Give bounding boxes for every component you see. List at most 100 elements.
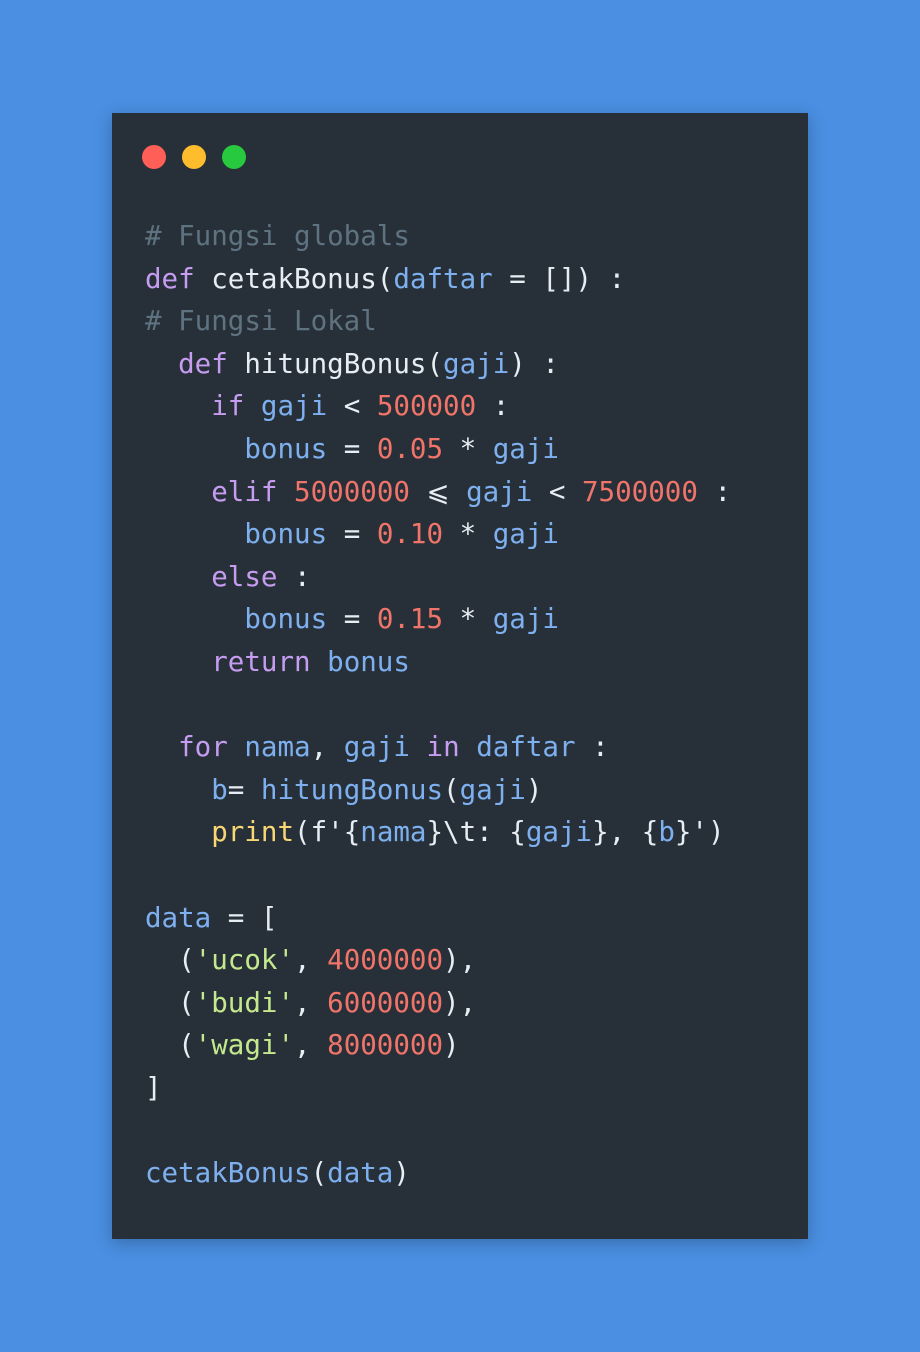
code-token-text: }')	[674, 816, 725, 849]
code-line: def hitungBonus(gaji) :	[145, 343, 798, 386]
code-line: print(f'{nama}\t: {gaji}, {b}')	[145, 811, 798, 854]
code-line: cetakBonus(data)	[145, 1152, 798, 1195]
code-token-text: ,	[310, 731, 344, 764]
code-token-keyword: elif	[211, 475, 278, 508]
code-line: return bonus	[145, 641, 798, 684]
code-line: data = [	[145, 897, 798, 940]
code-token-text: = [	[211, 901, 278, 934]
code-window: # Fungsi globals def cetakBonus(daftar = …	[112, 113, 808, 1239]
code-token-number: 0.05	[376, 432, 444, 465]
code-line: # Fungsi globals	[145, 215, 798, 258]
code-token-builtin: print	[211, 816, 295, 849]
code-line: ​	[145, 854, 798, 897]
code-token-text: *	[443, 603, 493, 636]
code-line: ​	[145, 684, 798, 727]
code-token-text: )	[525, 773, 543, 806]
code-token-name: gaji	[525, 816, 593, 849]
code-token-text: ) :	[509, 347, 559, 380]
code-token-name: b	[658, 816, 675, 849]
code-token-comment: # Fungsi globals	[145, 220, 410, 252]
code-token-text: <	[532, 475, 582, 508]
code-token-name: gaji	[343, 731, 410, 764]
code-token-number: 0.15	[376, 603, 444, 636]
code-token-text: *	[443, 518, 493, 551]
code-line: # Fungsi Lokal	[145, 300, 798, 343]
code-line: bonus = 0.10 * gaji	[145, 513, 798, 556]
code-token-text: )	[393, 1157, 410, 1190]
code-token-name: gaji	[492, 603, 559, 636]
code-token-text: ,	[294, 1029, 328, 1062]
code-token-text: (f'{	[294, 816, 361, 849]
code-token-name: gaji	[260, 390, 328, 423]
code-token-name: bonus	[244, 603, 328, 636]
code-token-text: (	[145, 986, 195, 1019]
code-token-string: 'budi'	[194, 986, 295, 1019]
code-token-text: :	[575, 731, 609, 764]
code-line: ('budi', 6000000),	[145, 982, 798, 1025]
code-token-string: 'wagi'	[194, 1029, 295, 1062]
minimize-dot-icon[interactable]	[182, 145, 206, 169]
code-token-comment: # Fungsi Lokal	[145, 305, 377, 338]
code-token-name: cetakBonus	[145, 1157, 311, 1190]
code-token-text: ,	[294, 986, 328, 1019]
code-token-text: (	[145, 944, 195, 977]
code-token-keyword: else	[211, 560, 278, 593]
code-line: if gaji < 500000 :	[145, 385, 798, 428]
code-token-text: ,	[294, 944, 328, 977]
code-token-text: cetakBonus(	[194, 262, 394, 295]
code-token-text: ⩽	[409, 475, 467, 508]
code-token-text: :	[277, 560, 311, 593]
code-line: bonus = 0.15 * gaji	[145, 598, 798, 641]
code-token-name: daftar	[393, 262, 493, 295]
code-token-name: gaji	[443, 347, 510, 380]
code-token-name: data	[327, 1157, 394, 1190]
code-token-text: (	[145, 1029, 195, 1062]
code-token-text: hitungBonus(	[227, 347, 444, 380]
code-token-name: daftar	[476, 731, 576, 764]
code-token-name: nama	[360, 816, 427, 849]
code-token-number: 500000	[376, 390, 477, 423]
code-token-text: *	[443, 432, 493, 465]
code-line: else :	[145, 556, 798, 599]
code-token-number: 5000000	[294, 475, 410, 508]
code-token-text: =	[327, 518, 377, 551]
code-token-number: 0.10	[376, 518, 444, 551]
code-token-number: 4000000	[327, 944, 444, 977]
code-token-text: }, {	[592, 816, 659, 849]
code-line: bonus = 0.05 * gaji	[145, 428, 798, 471]
code-token-text: =	[327, 432, 377, 465]
code-token-text: ),	[443, 986, 477, 1019]
code-token-text: :	[476, 390, 510, 423]
window-controls	[142, 145, 246, 169]
code-token-text: )	[443, 1029, 460, 1062]
code-line: ('ucok', 4000000),	[145, 939, 798, 982]
code-token-name: bonus	[244, 518, 328, 551]
code-token-number: 7500000	[582, 475, 698, 508]
code-token-name: bonus	[327, 645, 410, 678]
code-token-number: 6000000	[327, 986, 444, 1019]
code-token-keyword: def	[178, 347, 228, 380]
code-line: b= hitungBonus(gaji)	[145, 769, 798, 812]
close-dot-icon[interactable]	[142, 145, 166, 169]
code-line: for nama, gaji in daftar :	[145, 726, 798, 769]
code-token-string: 'ucok'	[194, 944, 295, 977]
code-token-name: hitungBonus	[260, 773, 444, 806]
code-line: ('wagi', 8000000)	[145, 1024, 798, 1067]
code-token-keyword: in	[426, 731, 460, 764]
code-token-text: (	[310, 1157, 328, 1190]
code-token-name: nama	[244, 731, 311, 764]
code-block[interactable]: # Fungsi globals def cetakBonus(daftar = …	[145, 215, 798, 1195]
maximize-dot-icon[interactable]	[222, 145, 246, 169]
